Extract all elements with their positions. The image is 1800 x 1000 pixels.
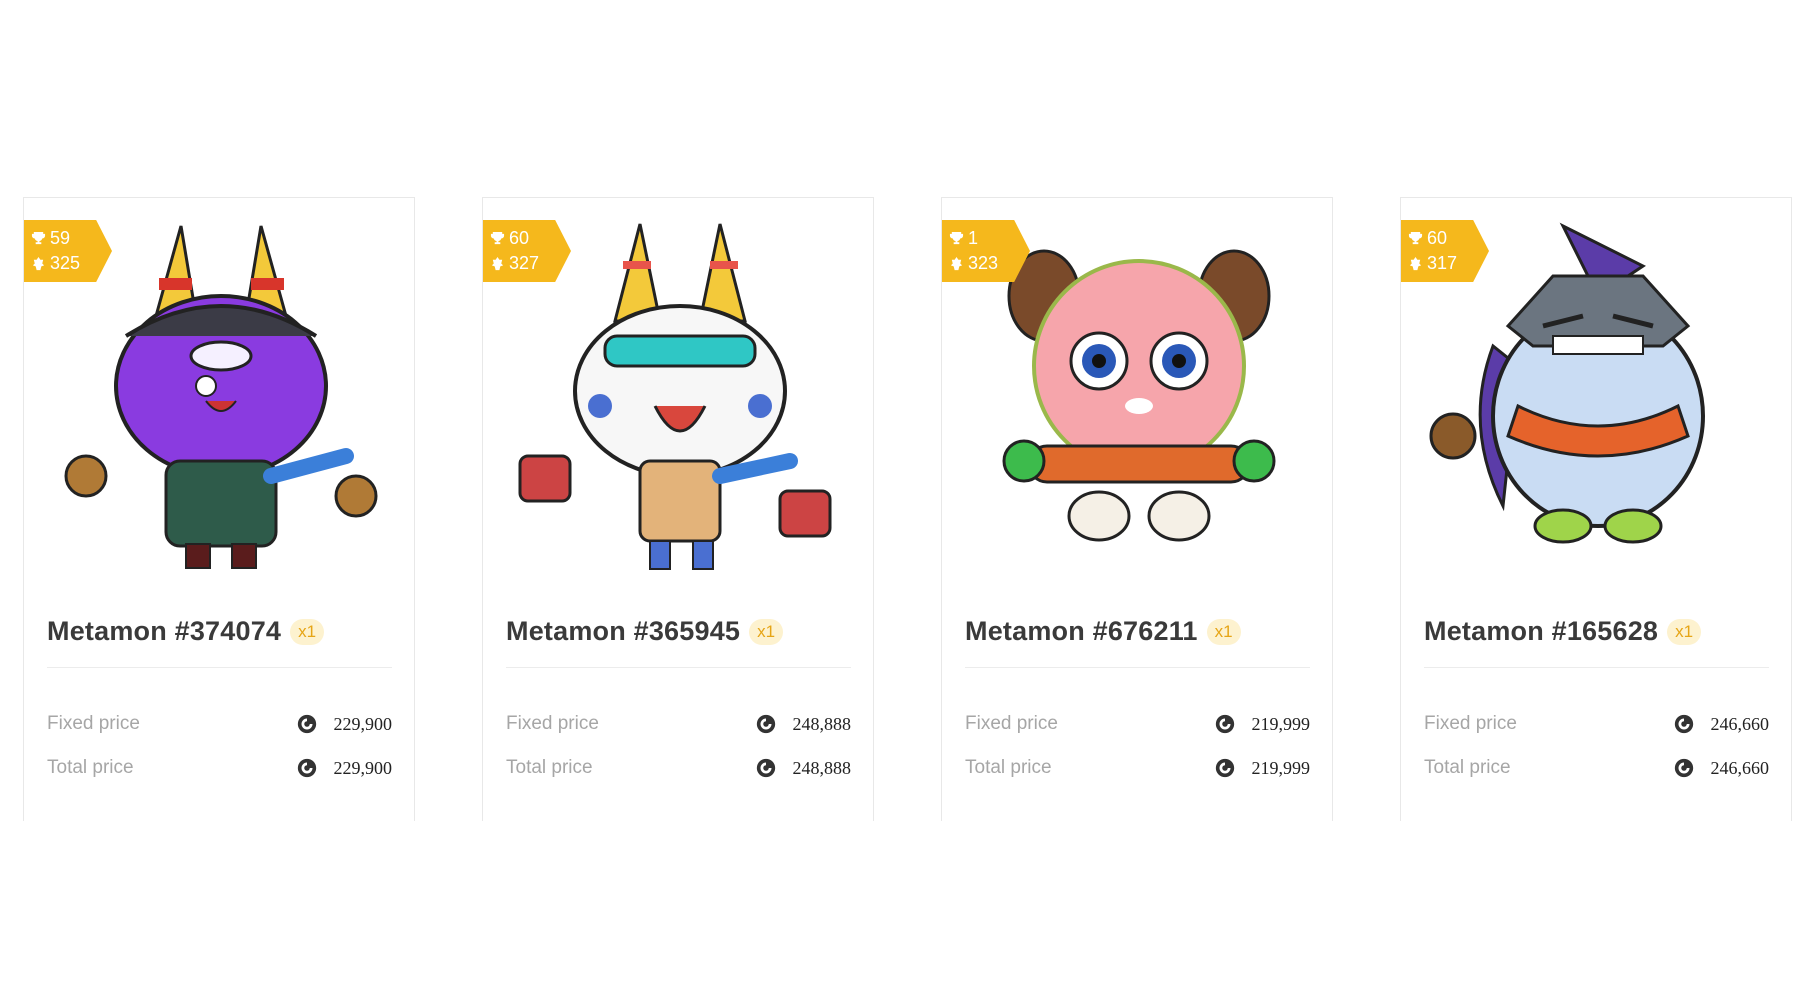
- total-price-label: Total price: [47, 757, 134, 778]
- power-icon: [32, 256, 45, 270]
- quantity-badge: x1: [1206, 618, 1241, 645]
- trophy-icon: [949, 231, 964, 244]
- fixed-price-row: Fixed price 246,660: [1424, 709, 1769, 739]
- total-price-row: Total price 248,888: [506, 753, 851, 783]
- fixed-price-label: Fixed price: [1424, 713, 1517, 734]
- total-price-label: Total price: [965, 757, 1052, 778]
- coin-icon: [297, 714, 316, 734]
- fixed-price-value: 229,900: [333, 713, 393, 734]
- quantity-badge: x1: [1667, 618, 1702, 645]
- stats-badge: 1 323: [942, 220, 1030, 282]
- card-title: Metamon #365945: [506, 616, 741, 646]
- stats-badge: 59 325: [24, 220, 112, 282]
- fixed-price-value: 219,999: [1251, 713, 1311, 734]
- metamon-card[interactable]: 60 317 Metamon #165628 x1 Fixed price 24…: [1400, 197, 1792, 821]
- score-value: 323: [968, 253, 999, 273]
- coin-icon: [297, 758, 316, 778]
- score-value: 327: [509, 253, 540, 273]
- total-price-row: Total price 246,660: [1424, 753, 1769, 783]
- score-value: 317: [1427, 253, 1458, 273]
- trophy-icon: [31, 231, 46, 244]
- card-grid: 59 325 Metamon #374074 x1 Fixed price 22…: [23, 197, 1793, 821]
- total-price-label: Total price: [506, 757, 593, 778]
- total-price-row: Total price 229,900: [47, 753, 392, 783]
- quantity-badge: x1: [290, 618, 325, 645]
- fixed-price-value: 248,888: [792, 713, 852, 734]
- total-price-value: 219,999: [1251, 757, 1311, 778]
- divider: [1424, 667, 1769, 668]
- fixed-price-label: Fixed price: [47, 713, 140, 734]
- level-value: 60: [509, 228, 530, 248]
- divider: [506, 667, 851, 668]
- metamon-card[interactable]: 1 323 Metamon #676211 x1 Fixed price 219…: [941, 197, 1333, 821]
- fixed-price-value: 246,660: [1710, 713, 1770, 734]
- level-value: 60: [1427, 228, 1448, 248]
- quantity-badge: x1: [749, 618, 784, 645]
- metamon-card[interactable]: 60 327 Metamon #365945 x1 Fixed price 24…: [482, 197, 874, 821]
- divider: [47, 667, 392, 668]
- coin-icon: [1215, 714, 1234, 734]
- fixed-price-row: Fixed price 219,999: [965, 709, 1310, 739]
- fixed-price-label: Fixed price: [965, 713, 1058, 734]
- fixed-price-label: Fixed price: [506, 713, 599, 734]
- stats-badge: 60 327: [483, 220, 571, 282]
- level-value: 59: [50, 228, 71, 248]
- coin-icon: [1674, 714, 1693, 734]
- trophy-icon: [1408, 231, 1423, 244]
- card-title: Metamon #165628: [1424, 616, 1659, 646]
- coin-icon: [756, 714, 775, 734]
- card-title: Metamon #374074: [47, 616, 282, 646]
- coin-icon: [756, 758, 775, 778]
- power-icon: [1409, 256, 1422, 270]
- trophy-icon: [490, 231, 505, 244]
- stats-badge: 60 317: [1401, 220, 1489, 282]
- power-icon: [491, 256, 504, 270]
- coin-icon: [1674, 758, 1693, 778]
- divider: [965, 667, 1310, 668]
- card-title: Metamon #676211: [965, 616, 1198, 646]
- total-price-row: Total price 219,999: [965, 753, 1310, 783]
- fixed-price-row: Fixed price 248,888: [506, 709, 851, 739]
- power-icon: [950, 256, 963, 270]
- total-price-label: Total price: [1424, 757, 1511, 778]
- total-price-value: 248,888: [792, 757, 852, 778]
- total-price-value: 229,900: [333, 757, 393, 778]
- total-price-value: 246,660: [1710, 757, 1770, 778]
- fixed-price-row: Fixed price 229,900: [47, 709, 392, 739]
- level-value: 1: [968, 228, 979, 248]
- metamon-card[interactable]: 59 325 Metamon #374074 x1 Fixed price 22…: [23, 197, 415, 821]
- score-value: 325: [50, 253, 81, 273]
- coin-icon: [1215, 758, 1234, 778]
